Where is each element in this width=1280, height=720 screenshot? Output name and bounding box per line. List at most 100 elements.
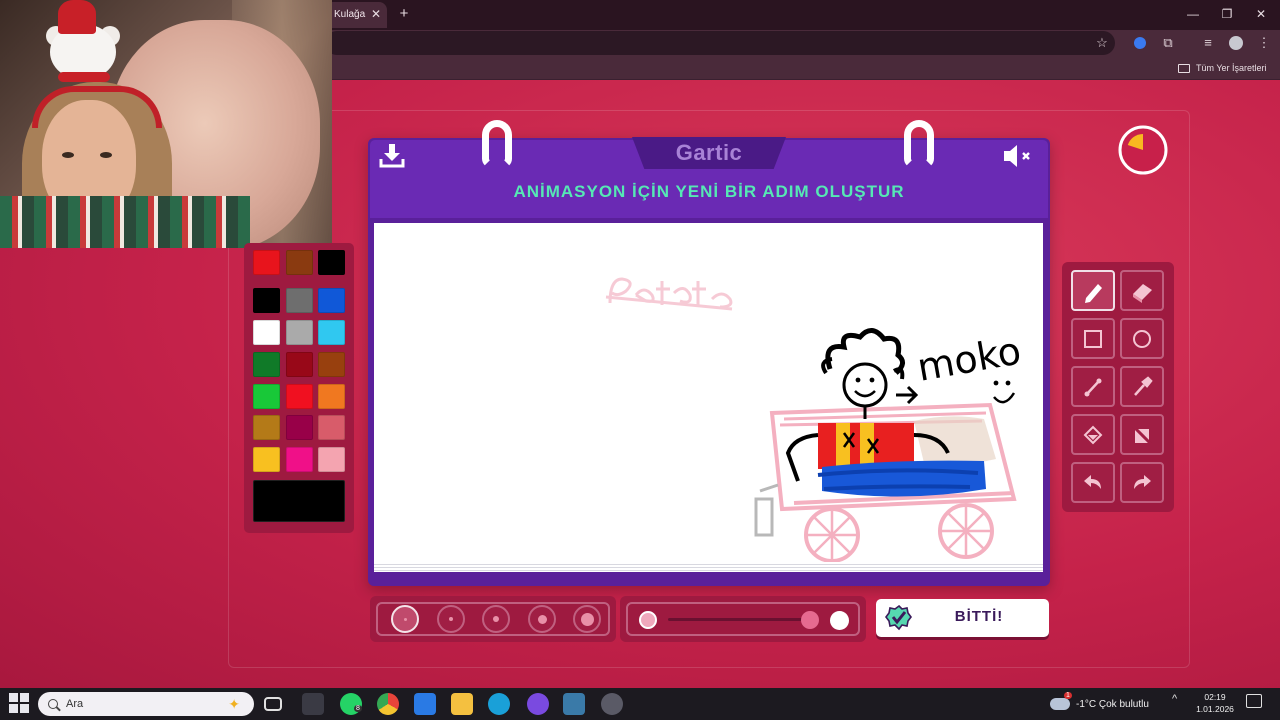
eyedropper-icon xyxy=(1134,375,1153,396)
obs-icon[interactable] xyxy=(601,693,623,715)
color-swatch[interactable] xyxy=(253,384,280,409)
clock-time: 02:19 xyxy=(1204,692,1226,702)
current-color-preview xyxy=(253,480,345,522)
color-swatch[interactable] xyxy=(286,288,313,313)
folder-icon xyxy=(1178,63,1190,73)
color-swatch[interactable] xyxy=(253,288,280,313)
copilot-sparkle-icon: ✦ xyxy=(228,695,240,712)
color-swatch[interactable] xyxy=(286,250,313,275)
brush-size-5[interactable] xyxy=(573,605,601,633)
color-swatch[interactable] xyxy=(253,250,280,275)
pencil-tool-button[interactable] xyxy=(1071,270,1115,311)
brush-size-1[interactable] xyxy=(391,605,419,633)
bookmark-star-icon[interactable]: ☆ xyxy=(1091,32,1113,54)
dialog-title: ANİMASYON İÇİN YENİ BİR ADIM OLUŞTUR xyxy=(513,182,905,201)
color-swatch[interactable] xyxy=(286,415,313,440)
line-tool-button[interactable] xyxy=(1071,366,1115,407)
color-swatch[interactable] xyxy=(318,415,345,440)
color-swatch[interactable] xyxy=(286,447,313,472)
windows-start-icon[interactable] xyxy=(8,692,30,714)
color-swatch[interactable] xyxy=(318,352,345,377)
all-bookmarks-button[interactable]: Tüm Yer İşaretleri xyxy=(1178,60,1267,76)
ellipse-tool-button[interactable] xyxy=(1120,318,1164,359)
file-explorer-icon[interactable] xyxy=(451,693,473,715)
download-button[interactable] xyxy=(378,142,410,170)
clear-tool-button[interactable] xyxy=(1120,414,1164,455)
browser-menu-icon[interactable]: ⋮ xyxy=(1253,32,1275,54)
minimize-window-button[interactable]: — xyxy=(1176,2,1210,26)
search-icon xyxy=(48,699,58,709)
clear-icon xyxy=(1131,424,1153,445)
task-view-icon[interactable] xyxy=(264,697,282,711)
fill-tool-button[interactable] xyxy=(1071,414,1115,455)
close-window-button[interactable]: ✕ xyxy=(1244,2,1278,26)
color-swatch[interactable] xyxy=(286,320,313,345)
edge-icon[interactable] xyxy=(488,693,510,715)
color-swatch[interactable] xyxy=(318,288,345,313)
done-button-label: BİTTİ! xyxy=(954,608,1004,625)
download-icon xyxy=(379,144,405,168)
media-control-icon[interactable]: ≡ xyxy=(1197,32,1219,54)
eraser-icon xyxy=(1133,283,1152,303)
color-swatch[interactable] xyxy=(286,384,313,409)
mail-icon[interactable] xyxy=(414,693,436,715)
extensions-puzzle-icon[interactable]: ⧉ xyxy=(1157,32,1179,54)
color-swatch[interactable] xyxy=(318,384,345,409)
new-tab-button[interactable]: + xyxy=(394,3,414,25)
cloud-weather-icon: 1 xyxy=(1050,692,1072,710)
faded-word-scribble xyxy=(605,277,733,311)
opacity-slider-handle[interactable] xyxy=(801,611,819,629)
profile-avatar-icon[interactable] xyxy=(1225,32,1247,54)
check-badge-icon xyxy=(885,604,912,631)
brush-size-4[interactable] xyxy=(528,605,556,633)
color-swatch[interactable] xyxy=(253,352,280,377)
address-bar[interactable] xyxy=(325,31,1115,55)
brush-size-3[interactable] xyxy=(482,605,510,633)
eyedropper-tool-button[interactable] xyxy=(1120,366,1164,407)
webcam-overlay xyxy=(0,0,332,248)
undo-tool-button[interactable] xyxy=(1071,462,1115,503)
speaker-muted-icon xyxy=(1004,145,1030,167)
app-icon[interactable] xyxy=(563,693,585,715)
color-swatch[interactable] xyxy=(286,352,313,377)
color-swatch[interactable] xyxy=(253,320,280,345)
browser-tab-title: Kulağa xyxy=(334,9,366,20)
gartic-logo: Gartic xyxy=(675,140,743,165)
clock-date: 1.01.2026 xyxy=(1196,704,1234,714)
color-swatch[interactable] xyxy=(318,250,345,275)
color-swatch[interactable] xyxy=(318,320,345,345)
color-swatch[interactable] xyxy=(318,447,345,472)
binder-ring-right xyxy=(904,120,934,168)
redo-tool-button[interactable] xyxy=(1120,462,1164,503)
chrome-profile-icon[interactable] xyxy=(527,693,549,715)
fill-icon xyxy=(1083,425,1103,444)
character-label-drawing: moko xyxy=(896,328,1024,405)
weather-badge: 1 xyxy=(1064,692,1072,699)
pencil-icon xyxy=(1085,283,1102,303)
brush-size-2[interactable] xyxy=(437,605,465,633)
opacity-max-marker xyxy=(830,611,849,630)
color-swatch[interactable] xyxy=(253,447,280,472)
taskbar-search-input[interactable]: Ara ✦ xyxy=(38,692,254,716)
color-swatch[interactable] xyxy=(253,415,280,440)
store-icon[interactable] xyxy=(302,693,324,715)
undo-icon xyxy=(1084,474,1101,489)
opacity-slider-track[interactable] xyxy=(668,618,810,621)
whatsapp-icon[interactable]: 8 xyxy=(340,693,362,715)
all-bookmarks-label: Tüm Yer İşaretleri xyxy=(1196,63,1267,73)
sound-toggle-button[interactable] xyxy=(1000,142,1038,170)
rectangle-tool-button[interactable] xyxy=(1071,318,1115,359)
notification-icon[interactable] xyxy=(1246,694,1262,708)
extension-icon[interactable] xyxy=(1129,32,1151,54)
maximize-window-button[interactable]: ❐ xyxy=(1210,2,1244,26)
ellipse-icon xyxy=(1133,329,1151,348)
redo-icon xyxy=(1134,474,1151,489)
taskbar-clock[interactable]: 02:19 1.01.2026 xyxy=(1192,691,1238,715)
drawing-canvas[interactable]: moko xyxy=(374,223,1043,563)
chrome-icon[interactable] xyxy=(377,693,399,715)
tab-close-button[interactable]: ✕ xyxy=(366,4,386,24)
weather-widget[interactable]: 1 -1°C Çok bulutlu xyxy=(1050,692,1149,715)
tray-expand-icon[interactable]: ^ xyxy=(1172,693,1177,705)
weather-text: -1°C Çok bulutlu xyxy=(1076,698,1149,710)
eraser-tool-button[interactable] xyxy=(1120,270,1164,311)
